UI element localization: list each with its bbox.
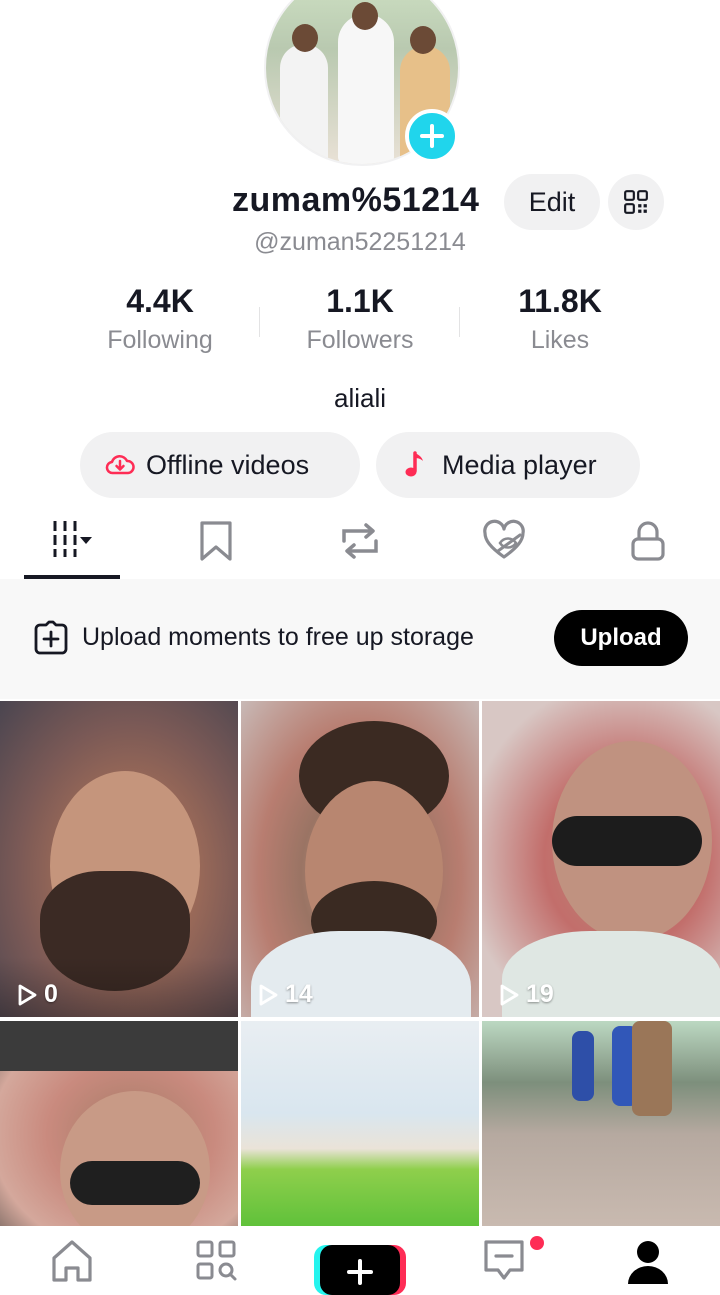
- nav-discover[interactable]: [186, 1236, 246, 1281]
- grid-videos-icon: [53, 521, 92, 557]
- music-note-icon: [405, 451, 423, 477]
- lock-icon: [631, 521, 665, 561]
- video-tile[interactable]: [241, 1021, 479, 1227]
- view-count: 19: [496, 980, 554, 1009]
- edit-profile-button[interactable]: Edit: [504, 174, 600, 230]
- avatar-figure-head: [410, 26, 436, 54]
- avatar-figure: [280, 44, 328, 164]
- view-count-value: 19: [526, 980, 554, 1008]
- stat-label: Following: [107, 326, 213, 354]
- add-moment-icon: [34, 620, 68, 655]
- offline-videos-button[interactable]: Offline videos: [80, 432, 360, 498]
- view-count: 14: [255, 980, 313, 1009]
- nav-home[interactable]: [42, 1236, 102, 1282]
- storage-banner-text: Upload moments to free up storage: [82, 623, 474, 651]
- media-player-label: Media player: [442, 449, 597, 480]
- profile-stats: 4.4K Following 1.1K Followers 11.8K Like…: [60, 283, 660, 363]
- video-tile[interactable]: 0: [0, 701, 238, 1017]
- plus-icon: [420, 124, 444, 148]
- profile-username: zumam%51214: [232, 181, 480, 219]
- nav-inbox[interactable]: [474, 1236, 534, 1280]
- video-tile[interactable]: [0, 1021, 238, 1227]
- repost-icon: [342, 523, 378, 559]
- video-thumbnail: [632, 1021, 672, 1116]
- stat-value: 4.4K: [126, 283, 194, 319]
- qr-code-icon: [624, 190, 648, 214]
- view-count-value: 0: [44, 980, 58, 1008]
- liked-hidden-icon: [483, 519, 525, 559]
- avatar-figure-head: [352, 2, 378, 30]
- qr-code-button[interactable]: [608, 174, 664, 230]
- play-icon: [259, 984, 278, 1005]
- media-player-button[interactable]: Media player: [376, 432, 640, 498]
- bookmark-icon: [200, 521, 232, 561]
- inbox-icon: [484, 1240, 524, 1280]
- stat-label: Likes: [530, 326, 590, 354]
- bottom-navigation: [0, 1226, 720, 1295]
- discover-icon: [196, 1240, 237, 1281]
- profile-bio: aliali: [333, 383, 387, 413]
- create-plus-icon: [347, 1259, 373, 1285]
- upload-button[interactable]: Upload: [554, 610, 688, 666]
- stat-value: 1.1K: [326, 283, 394, 319]
- cloud-download-icon: [105, 455, 135, 475]
- play-icon: [500, 984, 519, 1005]
- video-thumbnail: [0, 1021, 238, 1071]
- stat-label: Followers: [306, 326, 414, 354]
- video-thumbnail: [60, 1091, 210, 1227]
- video-thumbnail: [70, 1161, 200, 1205]
- tab-private[interactable]: [576, 505, 720, 577]
- video-thumbnail: [552, 816, 702, 866]
- add-story-button[interactable]: [405, 109, 459, 163]
- inbox-notification-badge: [530, 1236, 544, 1250]
- tab-favorites[interactable]: [144, 505, 288, 577]
- play-icon: [18, 984, 37, 1005]
- profile-icon: [628, 1241, 668, 1284]
- avatar-figure-head: [292, 24, 318, 52]
- avatar-figure: [338, 14, 394, 164]
- view-count-value: 14: [285, 980, 313, 1008]
- tab-videos[interactable]: [0, 505, 144, 577]
- home-icon: [52, 1240, 92, 1282]
- offline-videos-label: Offline videos: [146, 449, 310, 480]
- create-button[interactable]: [320, 1245, 400, 1295]
- video-tile[interactable]: 19: [482, 701, 720, 1017]
- stat-following[interactable]: 4.4K Following: [60, 283, 260, 363]
- video-tile[interactable]: [482, 1021, 720, 1227]
- stat-value: 11.8K: [518, 283, 602, 319]
- stat-followers[interactable]: 1.1K Followers: [260, 283, 460, 363]
- profile-tabs: [0, 505, 720, 580]
- profile-handle: @zuman52251214: [254, 228, 466, 256]
- storage-banner: Upload moments to free up storage Upload: [0, 579, 720, 699]
- stat-likes[interactable]: 11.8K Likes: [460, 283, 660, 363]
- nav-profile[interactable]: [618, 1236, 678, 1284]
- view-count: 0: [14, 980, 58, 1009]
- video-tile[interactable]: 14: [241, 701, 479, 1017]
- tab-liked[interactable]: [432, 505, 576, 577]
- tab-reposts[interactable]: [288, 505, 432, 577]
- video-thumbnail: [572, 1031, 594, 1101]
